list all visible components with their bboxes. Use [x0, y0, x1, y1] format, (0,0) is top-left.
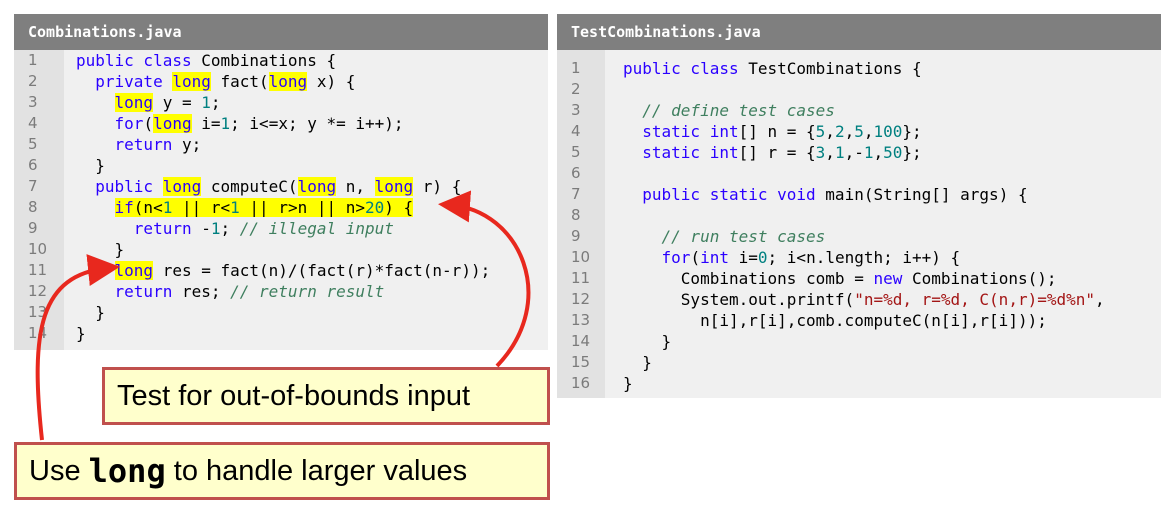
callout-arrows [35, 190, 531, 441]
bounds-arrow [438, 190, 531, 368]
long-arrow [35, 254, 120, 441]
